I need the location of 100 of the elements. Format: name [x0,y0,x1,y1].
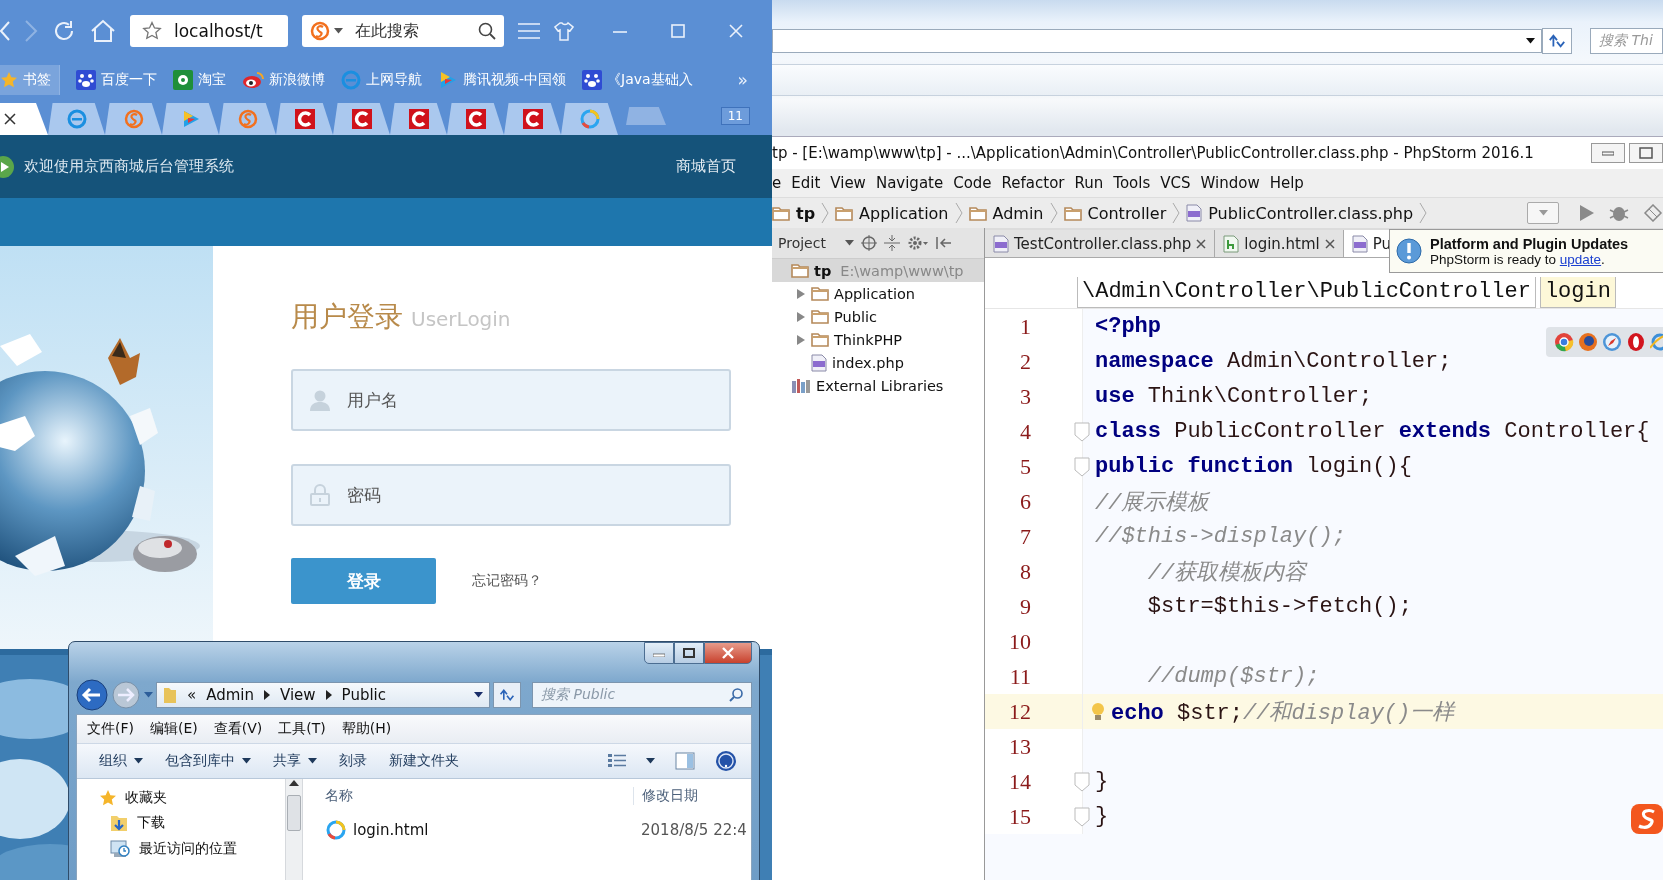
browser-tab[interactable] [390,103,447,135]
collapse-all-icon[interactable] [884,235,900,251]
menu-icon[interactable] [518,22,540,40]
paw-icon[interactable] [76,69,96,90]
breadcrumb-item[interactable]: Admin [992,203,1044,223]
menu-item[interactable]: e [772,174,782,192]
breadcrumb-item[interactable]: tp [796,203,816,223]
maximize-icon[interactable] [670,23,686,39]
column-header[interactable]: 修改日期 [633,787,698,805]
star-icon[interactable] [99,789,117,807]
tree-item[interactable]: Public [834,308,877,325]
minimize-button[interactable] [644,642,674,664]
settings-icon[interactable] [907,235,929,251]
password-field[interactable]: 密码 [291,464,731,526]
run-icon[interactable] [1579,204,1595,222]
download-folder-icon[interactable] [109,813,129,833]
refresh-button[interactable] [1542,28,1572,54]
back-icon[interactable] [76,679,108,711]
bug-icon[interactable] [1609,204,1629,222]
menu-item[interactable]: Run [1074,174,1104,192]
tree-item[interactable]: ThinkPHP [834,331,903,348]
run-config-dropdown[interactable] [1527,202,1559,224]
menu-item[interactable]: Help [1269,174,1304,192]
panel-title[interactable]: Project [778,235,838,251]
home-icon[interactable] [90,19,116,43]
menu-item[interactable]: Edit [791,174,821,192]
username-field[interactable]: 用户名 [291,369,731,431]
menu-item[interactable]: VCS [1160,174,1191,192]
browser-tab[interactable] [447,103,504,135]
browser-tab[interactable] [504,103,561,135]
swirl-icon[interactable] [1630,803,1663,835]
paw-icon[interactable] [582,69,603,90]
tree-item[interactable]: index.php [832,354,904,371]
menu-item[interactable]: 文件(F) [87,720,134,738]
home-link[interactable]: 商城首页 [676,157,736,176]
expand-arrow-icon[interactable] [796,333,806,346]
toolbar-command[interactable]: 刻录 [339,752,367,770]
chrome-icon[interactable] [1554,332,1574,352]
toolbar-command[interactable]: 新建文件夹 [389,752,459,770]
address-bar[interactable]: « Admin View Public [156,682,490,708]
menu-item[interactable]: Navigate [875,174,944,192]
nav-item[interactable]: 最近访问的位置 [139,840,237,858]
editor-tab[interactable]: login.html [1215,230,1344,257]
tree-item[interactable]: tp [814,262,832,279]
firefox-icon[interactable] [1578,332,1598,352]
compass-icon[interactable] [1602,332,1622,352]
toolbar-command[interactable]: 共享 [273,752,317,770]
toolbar-command[interactable]: 包含到库中 [165,752,251,770]
preview-pane-icon[interactable] [675,752,695,770]
editor-tab[interactable]: TestController.class.php [985,230,1216,257]
scrollbar[interactable] [285,779,303,880]
close-button[interactable] [704,642,752,664]
locate-icon[interactable] [861,235,877,251]
close-icon[interactable] [1324,238,1335,249]
view-options-icon[interactable] [608,753,626,769]
maximize-button[interactable] [674,642,704,664]
hide-panel-icon[interactable] [936,235,952,251]
address-bar[interactable]: localhost/t [130,15,288,47]
flower-icon[interactable] [173,69,193,90]
menu-item[interactable]: 编辑(E) [150,720,198,738]
breadcrumb-item[interactable]: Application [859,203,949,223]
opera-icon[interactable] [1626,332,1646,352]
fold-marker-icon[interactable] [1074,456,1090,477]
menu-item[interactable]: Refactor [1001,174,1065,192]
bookmark-star-icon[interactable] [142,21,162,41]
toolbar-command[interactable]: 组织 [99,752,143,770]
forgot-password-link[interactable]: 忘记密码？ [472,572,542,590]
star-icon[interactable] [0,70,18,89]
expand-arrow-icon[interactable] [796,310,806,323]
menu-item[interactable]: View [830,174,866,192]
tree-item[interactable]: Application [834,285,916,302]
search-icon[interactable] [478,22,496,40]
menu-item[interactable]: 帮助(H) [341,720,392,738]
expand-arrow-icon[interactable] [796,287,806,300]
refresh-icon[interactable] [52,19,76,43]
close-icon[interactable] [1196,238,1207,249]
play-icon[interactable] [438,69,458,90]
scope-crumb[interactable]: login [1539,277,1616,308]
refresh-button[interactable] [493,682,521,708]
recent-places-icon[interactable] [109,839,131,859]
menu-item[interactable]: 查看(V) [213,720,263,738]
breadcrumb-item[interactable]: PublicController.class.php [1208,203,1414,223]
update-link[interactable]: update [1559,251,1602,267]
browser-tab[interactable] [333,103,390,135]
search-field[interactable]: 在此搜索 [302,15,504,47]
menu-item[interactable]: Window [1200,174,1260,192]
fold-marker-icon[interactable] [1074,806,1090,827]
shirt-icon[interactable] [554,21,574,41]
breadcrumb-item[interactable]: Controller [1087,203,1167,223]
fold-marker-icon[interactable] [1074,421,1090,442]
minimize-button[interactable] [1591,143,1625,163]
file-name[interactable]: login.html [353,821,429,839]
lightbulb-icon[interactable] [1091,701,1105,722]
tree-item[interactable]: External Libraries [816,377,944,394]
nav-item[interactable]: 收藏夹 [125,789,167,807]
eye-icon[interactable] [242,70,264,89]
nav-item[interactable]: 下载 [137,814,165,832]
menu-item[interactable]: 工具(T) [278,720,326,738]
fold-marker-icon[interactable] [1074,771,1090,792]
column-header[interactable]: 名称 [303,787,633,805]
